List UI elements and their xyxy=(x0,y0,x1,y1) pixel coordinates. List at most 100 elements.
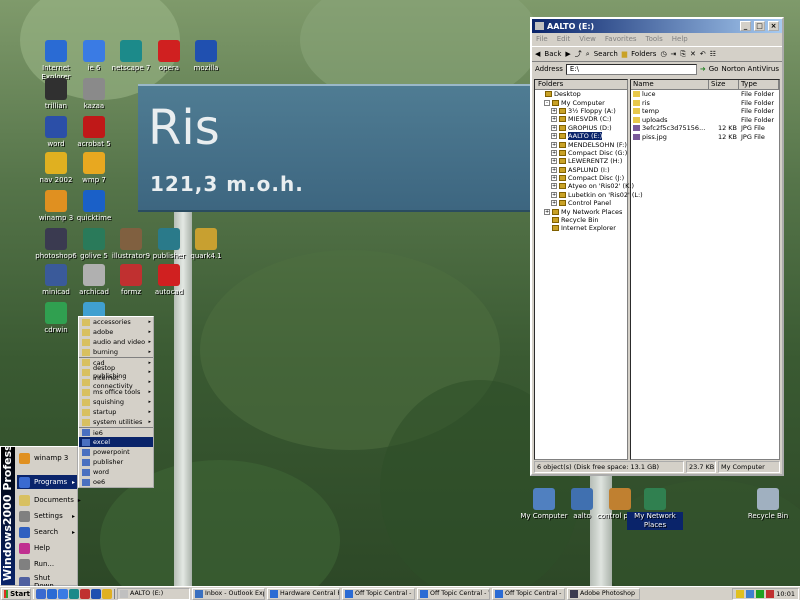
column-name[interactable]: Name xyxy=(631,80,709,89)
taskbar-button[interactable]: Off Topic Central - Ve... xyxy=(417,587,490,600)
tree-item[interactable]: + Compact Disc (G:) xyxy=(535,149,627,157)
taskbar-button[interactable]: Adobe Photoshop xyxy=(567,587,640,600)
tree-item[interactable]: + MENDELSOHN (F:) xyxy=(535,140,627,149)
expand-toggle[interactable]: + xyxy=(551,116,557,123)
views-icon[interactable]: ☷ xyxy=(710,50,716,58)
mozilla-icon[interactable] xyxy=(91,588,101,599)
start-menu-item[interactable]: Settings ▸ xyxy=(17,509,77,523)
tree-item[interactable]: + MIESVDR (C:) xyxy=(535,115,627,123)
antivirus-tray-icon[interactable] xyxy=(766,589,775,598)
desktop-shortcut[interactable]: Recycle Bin xyxy=(740,488,796,521)
tree-item[interactable]: - My Computer xyxy=(535,98,627,107)
close-button[interactable]: × xyxy=(768,21,779,31)
desktop-shortcut[interactable]: autocad xyxy=(141,264,197,297)
file-row[interactable]: uploads File Folder xyxy=(631,116,779,125)
desktop-shortcut[interactable]: wmp 7 xyxy=(66,152,122,185)
start-menu-item[interactable]: Programs ▸ xyxy=(17,475,77,489)
expand-toggle[interactable]: + xyxy=(551,107,557,114)
menu-help[interactable]: Help xyxy=(672,35,688,44)
maximize-button[interactable]: □ xyxy=(754,21,765,31)
minimize-button[interactable]: _ xyxy=(740,21,751,31)
programs-menu-item[interactable]: audio and video ▸ xyxy=(79,337,153,347)
forward-button[interactable]: ▶ xyxy=(565,50,570,58)
expand-toggle[interactable]: + xyxy=(551,124,557,131)
menu-view[interactable]: View xyxy=(579,35,596,44)
app-icon[interactable] xyxy=(102,588,112,599)
tree-item[interactable]: Desktop xyxy=(535,90,627,98)
file-row[interactable]: luce File Folder xyxy=(631,90,779,99)
start-menu-item[interactable]: Help xyxy=(17,541,77,555)
desktop-shortcut[interactable]: kazaa xyxy=(66,78,122,111)
taskbar-button[interactable]: AALTO (E:) xyxy=(117,587,190,600)
tree-item[interactable]: Internet Explorer xyxy=(535,224,627,232)
tree-item[interactable]: +3½ Floppy (A:) xyxy=(535,107,627,115)
programs-menu-item[interactable]: powerpoint xyxy=(79,447,153,457)
column-type[interactable]: Type xyxy=(739,80,779,89)
network-tray-icon[interactable] xyxy=(746,589,755,598)
clock[interactable]: 10:01 xyxy=(776,590,795,598)
file-row[interactable]: temp File Folder xyxy=(631,107,779,116)
programs-menu-item[interactable]: system utilities ▸ xyxy=(79,417,153,427)
netscape-icon[interactable] xyxy=(69,588,79,599)
tree-item[interactable]: + ASPLUND (I:) xyxy=(535,166,627,174)
programs-menu-item[interactable]: oe6 xyxy=(79,477,153,487)
copy-to-icon[interactable]: ⎘ xyxy=(680,50,686,59)
history-icon[interactable]: ◷ xyxy=(660,50,666,58)
tree-item[interactable]: + LEWERENTZ (H:) xyxy=(535,157,627,165)
norton-antivirus-button[interactable]: Norton AntiVirus xyxy=(721,65,779,73)
expand-toggle[interactable]: + xyxy=(551,200,557,207)
menu-file[interactable]: File xyxy=(536,35,548,44)
up-folder-icon[interactable]: ⤴ xyxy=(575,49,582,59)
go-button[interactable]: Go xyxy=(709,65,719,73)
menu-favorites[interactable]: Favorites xyxy=(605,35,637,44)
window-titlebar[interactable]: AALTO (E:) _ □ × xyxy=(532,19,782,33)
start-button[interactable]: Start xyxy=(1,587,31,600)
programs-menu-item[interactable]: startup ▸ xyxy=(79,407,153,417)
desktop-shortcut[interactable]: quicktime xyxy=(66,190,122,223)
programs-menu-item[interactable]: excel xyxy=(79,437,153,447)
folders-button[interactable]: Folders xyxy=(631,50,656,58)
norton-tray-icon[interactable] xyxy=(736,589,745,598)
opera-icon[interactable] xyxy=(80,588,90,599)
ie-icon[interactable] xyxy=(58,588,68,599)
programs-menu-item[interactable]: burning ▸ xyxy=(79,347,153,357)
taskbar-button[interactable]: Off Topic Central - Pos... xyxy=(342,587,415,600)
expand-toggle[interactable]: + xyxy=(551,166,557,173)
ie-icon[interactable] xyxy=(47,588,57,599)
menu-edit[interactable]: Edit xyxy=(557,35,571,44)
start-menu-item[interactable]: winamp 3 xyxy=(17,451,77,465)
expand-toggle[interactable]: + xyxy=(551,133,557,140)
explorer-window[interactable]: AALTO (E:) _ □ × File Edit View Favorite… xyxy=(530,17,784,476)
file-row[interactable]: piss.jpg 12 KB JPG File xyxy=(631,133,779,142)
programs-menu-item[interactable]: squishing ▸ xyxy=(79,397,153,407)
programs-menu-item[interactable]: ie6 xyxy=(79,427,153,437)
tree-item[interactable]: + Atyeo on 'Ris02' (K:) xyxy=(535,182,634,190)
expand-toggle[interactable]: + xyxy=(551,141,557,148)
tree-item[interactable]: + AALTO (E:) xyxy=(535,132,627,141)
delete-icon[interactable]: ✕ xyxy=(690,50,696,58)
column-size[interactable]: Size xyxy=(709,80,739,89)
back-button[interactable]: Back xyxy=(544,50,561,58)
search-button[interactable]: Search xyxy=(594,50,618,58)
start-menu-item[interactable]: Search ▸ xyxy=(17,525,77,539)
file-row[interactable]: 3efc2f5c3d75156... 12 KB JPG File xyxy=(631,124,779,133)
start-menu-item[interactable]: Run... xyxy=(17,557,77,571)
programs-menu-item[interactable]: adobe ▸ xyxy=(79,327,153,337)
taskbar-button[interactable]: Inbox - Outlook Express xyxy=(192,587,265,600)
address-input[interactable]: E:\ xyxy=(565,63,697,75)
expand-toggle[interactable]: + xyxy=(551,191,557,198)
programs-menu-item[interactable]: publisher xyxy=(79,457,153,467)
messenger-tray-icon[interactable] xyxy=(756,589,765,598)
tree-item[interactable]: + Control Panel xyxy=(535,199,627,207)
tree-item[interactable]: Recycle Bin xyxy=(535,216,627,224)
programs-menu-item[interactable]: word xyxy=(79,467,153,477)
expand-toggle[interactable]: + xyxy=(551,175,557,182)
tree-item[interactable]: + GROPIUS (D:) xyxy=(535,124,627,132)
menu-tools[interactable]: Tools xyxy=(646,35,663,44)
file-row[interactable]: ris File Folder xyxy=(631,99,779,108)
expand-toggle[interactable]: + xyxy=(544,208,550,215)
start-menu-item[interactable]: Documents ▸ xyxy=(17,493,81,507)
taskbar-button[interactable]: Off Topic Central - Ind... xyxy=(492,587,565,600)
expand-toggle[interactable]: + xyxy=(551,183,557,190)
desktop-icon[interactable] xyxy=(36,588,46,599)
